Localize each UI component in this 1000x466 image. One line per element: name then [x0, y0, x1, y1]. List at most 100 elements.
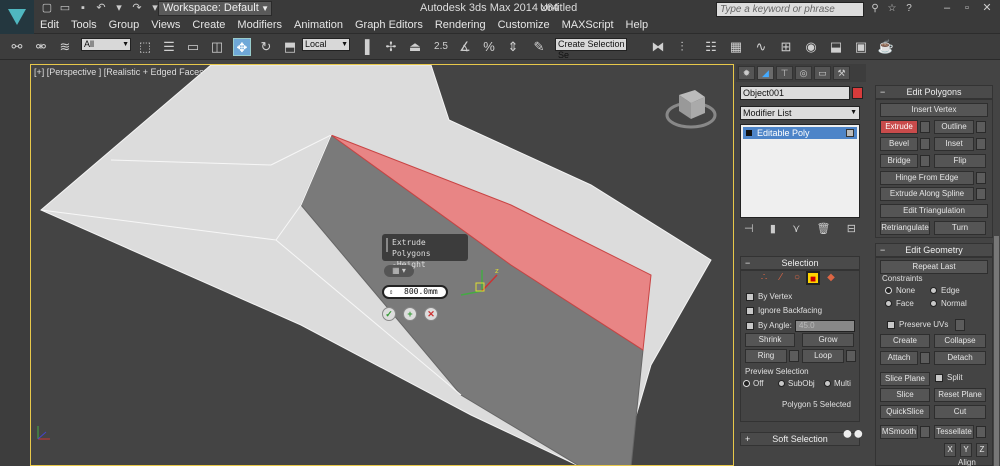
render-production-icon[interactable]: ☕ [877, 38, 895, 56]
quickslice-button[interactable]: QuickSlice [880, 405, 930, 419]
ignore-backfacing-checkbox[interactable] [746, 307, 754, 315]
constraint-face-radio[interactable] [885, 300, 892, 307]
menu-graph-editors[interactable]: Graph Editors [349, 17, 429, 33]
pin-stack-icon[interactable]: ⊣ [744, 221, 754, 237]
window-crossing-icon[interactable]: ◫ [208, 38, 226, 56]
bridge-button[interactable]: Bridge [880, 154, 918, 168]
move-icon[interactable]: ✥ [233, 38, 251, 56]
outline-button[interactable]: Outline [934, 120, 974, 134]
create-button[interactable]: Create [880, 334, 930, 348]
by-vertex-checkbox[interactable] [746, 293, 754, 301]
render-setup-icon[interactable]: ⬓ [827, 38, 845, 56]
selection-rollout-header[interactable]: − Selection [740, 256, 860, 270]
edit-polygons-rollout-header[interactable]: − Edit Polygons [875, 85, 993, 99]
menu-group[interactable]: Group [103, 17, 146, 33]
planar-x-button[interactable]: X [944, 443, 956, 457]
display-tab-icon[interactable]: ▭ [814, 66, 831, 80]
preview-multi-radio[interactable] [824, 380, 831, 387]
perspective-viewport[interactable]: z [+] [Perspective ] [Realistic + Edged … [30, 64, 734, 466]
angle-snap-icon[interactable]: ∡ [456, 38, 474, 56]
remove-modifier-icon[interactable]: 🗑 [817, 221, 831, 237]
bind-space-warp-icon[interactable]: ≋ [56, 38, 74, 56]
constraint-edge-radio[interactable] [930, 287, 937, 294]
slice-button[interactable]: Slice [880, 388, 930, 402]
outline-settings-button[interactable] [976, 121, 986, 133]
open-file-icon[interactable]: ▭ [58, 2, 72, 15]
rotate-icon[interactable]: ↻ [257, 38, 275, 56]
curve-editor-icon[interactable]: ∿ [752, 38, 770, 56]
tessellate-button[interactable]: Tessellate [934, 425, 974, 439]
polygon-mode-icon[interactable]: ■ [806, 271, 820, 285]
rect-selection-icon[interactable]: ▭ [184, 38, 202, 56]
menu-create[interactable]: Create [186, 17, 231, 33]
extrude-button[interactable]: Extrude [880, 120, 918, 134]
element-mode-icon[interactable]: ◆ [824, 271, 838, 285]
constraint-normal-radio[interactable] [930, 300, 937, 307]
modifier-list-dropdown[interactable]: Modifier List ▼ [740, 106, 860, 120]
graphite-tools-icon[interactable]: ▦ [727, 38, 745, 56]
insert-vertex-button[interactable]: Insert Vertex [880, 103, 988, 117]
menu-rendering[interactable]: Rendering [429, 17, 492, 33]
msmooth-settings-button[interactable] [920, 426, 930, 438]
layer-manager-icon[interactable]: ☷ [702, 38, 720, 56]
bevel-button[interactable]: Bevel [880, 137, 918, 151]
redo-icon[interactable]: ↷ [130, 2, 144, 15]
extrude-spline-settings-button[interactable] [976, 188, 986, 200]
menu-animation[interactable]: Animation [288, 17, 349, 33]
object-color-swatch[interactable] [852, 87, 863, 99]
close-button[interactable]: ✕ [978, 1, 996, 15]
extrude-settings-button[interactable] [920, 121, 930, 133]
mirror-icon[interactable]: ⧓ [649, 38, 667, 56]
new-file-icon[interactable]: ▢ [40, 2, 54, 15]
planar-y-button[interactable]: Y [960, 443, 972, 457]
align-icon[interactable]: ⫶ [673, 38, 691, 56]
menu-customize[interactable]: Customize [492, 17, 556, 33]
inset-settings-button[interactable] [976, 138, 986, 150]
search-input[interactable]: Type a keyword or phrase [716, 2, 864, 17]
star-icon[interactable]: ☆ [885, 2, 899, 15]
reset-plane-button[interactable]: Reset Plane [934, 388, 986, 402]
hinge-from-edge-button[interactable]: Hinge From Edge [880, 171, 974, 185]
shrink-button[interactable]: Shrink [745, 333, 795, 347]
configure-modifier-sets-icon[interactable]: ⊟ [847, 221, 856, 237]
constraint-none-radio[interactable] [885, 287, 892, 294]
edit-named-selection-icon[interactable]: ✎ [530, 38, 548, 56]
menu-tools[interactable]: Tools [65, 17, 103, 33]
detach-button[interactable]: Detach [934, 351, 986, 365]
menu-edit[interactable]: Edit [34, 17, 65, 33]
scroll-hand-icon[interactable]: ●● [842, 424, 864, 442]
unlink-icon[interactable]: ⚮ [32, 38, 50, 56]
collapse-button[interactable]: Collapse [934, 334, 986, 348]
select-object-icon[interactable]: ⬚ [136, 38, 154, 56]
split-checkbox[interactable] [935, 374, 943, 382]
help-icon[interactable]: ? [902, 2, 916, 15]
select-by-name-icon[interactable]: ☰ [160, 38, 178, 56]
bridge-settings-button[interactable] [920, 155, 930, 167]
undo-dropdown-icon[interactable]: ▾ [112, 2, 126, 15]
show-end-result-icon[interactable]: ▮ [770, 221, 776, 237]
utilities-tab-icon[interactable]: ⚒ [833, 66, 850, 80]
extrude-along-spline-button[interactable]: Extrude Along Spline [880, 187, 974, 201]
maximize-button[interactable]: ▫ [958, 1, 976, 15]
preserve-uvs-checkbox[interactable] [887, 321, 895, 329]
view-cube[interactable] [665, 90, 717, 129]
create-tab-icon[interactable]: ✹ [738, 66, 755, 80]
expand-icon[interactable] [746, 130, 752, 136]
caddy-apply-button[interactable]: + [403, 307, 417, 321]
percent-snap-icon[interactable]: % [480, 38, 498, 56]
edit-triangulation-button[interactable]: Edit Triangulation [880, 204, 988, 218]
viewport-label[interactable]: [+] [Perspective ] [Realistic + Edged Fa… [34, 67, 209, 77]
motion-tab-icon[interactable]: ◎ [795, 66, 812, 80]
preserve-uvs-settings-button[interactable] [955, 319, 965, 331]
select-manipulate-icon[interactable]: ✢ [382, 38, 400, 56]
undo-icon[interactable]: ↶ [94, 2, 108, 15]
pivot-center-icon[interactable]: ▐ [356, 38, 374, 56]
minimize-button[interactable]: – [938, 1, 956, 15]
ring-spinner[interactable] [789, 350, 799, 362]
menu-help[interactable]: Help [620, 17, 655, 33]
loop-button[interactable]: Loop [802, 349, 844, 363]
edit-geometry-rollout-header[interactable]: − Edit Geometry [875, 243, 993, 257]
ring-button[interactable]: Ring [745, 349, 787, 363]
menu-modifiers[interactable]: Modifiers [231, 17, 288, 33]
edge-mode-icon[interactable]: ⁄ [774, 271, 788, 285]
